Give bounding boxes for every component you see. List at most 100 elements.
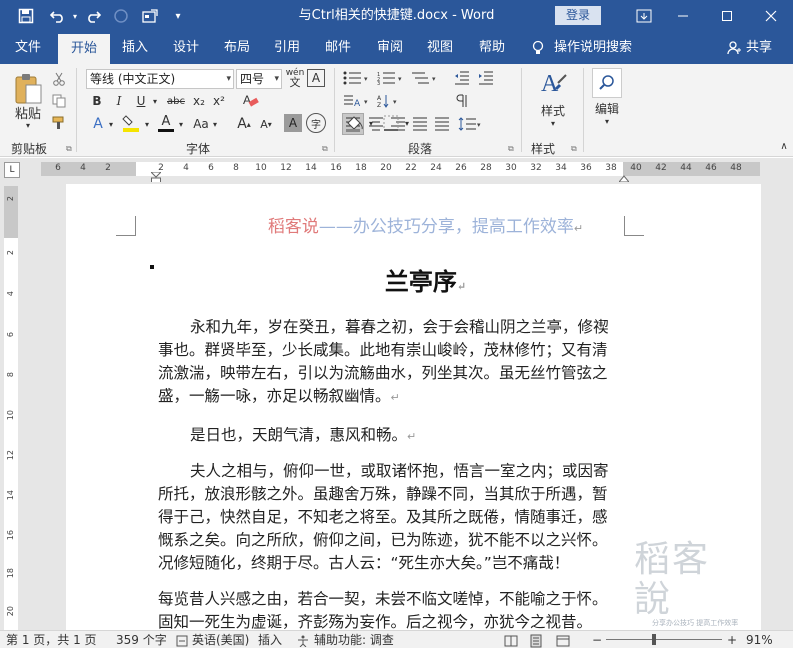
font-launcher-icon[interactable]: ⧉ — [322, 144, 328, 154]
text-effects-dropdown-icon[interactable]: ▾ — [106, 114, 116, 134]
print-layout-icon[interactable] — [530, 631, 542, 648]
shrink-font-button[interactable]: A ▾ — [256, 114, 276, 134]
word-count[interactable]: 359 个字 — [116, 631, 167, 648]
document-heading[interactable]: 兰亭序↵ — [66, 262, 785, 297]
read-mode-icon[interactable] — [504, 631, 518, 648]
text-effects-icon[interactable]: A — [88, 114, 108, 134]
tab-design[interactable]: 设计 — [162, 32, 210, 64]
bold-button[interactable]: B — [88, 92, 106, 110]
styles-dropdown-icon[interactable]: ▾ — [546, 118, 560, 128]
styles-icon[interactable]: A — [536, 68, 570, 100]
zoom-in-icon[interactable]: + — [727, 631, 737, 648]
page-header[interactable]: 稻客说——办公技巧分享，提高工作效率↵ — [66, 212, 785, 237]
chinese-layout-icon[interactable]: A ▾ — [342, 92, 372, 110]
zoom-slider[interactable] — [606, 639, 722, 640]
tab-mailings[interactable]: 邮件 — [314, 32, 362, 64]
form-icon[interactable] — [138, 0, 162, 32]
borders-icon[interactable] — [380, 113, 402, 133]
bullets-icon[interactable]: ▾ — [342, 69, 372, 87]
paste-label[interactable]: 粘贴 — [12, 104, 44, 122]
styles-launcher-icon[interactable]: ⧉ — [571, 144, 577, 154]
language[interactable]: 英语(美国) — [192, 631, 249, 648]
underline-button[interactable]: U — [132, 92, 150, 110]
undo-icon[interactable] — [46, 0, 70, 32]
sort-icon[interactable]: A Z ▾ — [376, 92, 406, 110]
styles-button[interactable]: 样式 — [536, 102, 570, 118]
font-color-icon[interactable]: A — [156, 112, 176, 134]
accessibility-status[interactable]: 辅助功能: 调查 — [314, 631, 394, 648]
editing-button[interactable]: 编辑 — [592, 100, 622, 116]
highlight-dropdown-icon[interactable]: ▾ — [142, 114, 152, 134]
enclose-char-button[interactable]: 字 — [306, 113, 326, 133]
underline-dropdown-icon[interactable]: ▾ — [150, 92, 160, 110]
tab-insert[interactable]: 插入 — [112, 32, 158, 64]
customize-icon[interactable]: ▾ — [170, 0, 186, 32]
tab-selector[interactable]: L — [4, 162, 20, 178]
format-painter-icon[interactable] — [50, 114, 68, 132]
zoom-level[interactable]: 91% — [746, 631, 773, 648]
increase-indent-icon[interactable] — [476, 69, 496, 87]
lightbulb-icon[interactable] — [528, 32, 548, 64]
distribute-icon[interactable] — [432, 114, 452, 134]
font-name-combo[interactable]: 等线 (中文正文) ▾ — [86, 69, 234, 89]
char-shading-button[interactable]: A — [284, 114, 302, 132]
search-icon[interactable] — [592, 68, 622, 98]
tab-help[interactable]: 帮助 — [468, 32, 516, 64]
phonetic-guide-icon[interactable]: wén 文 — [285, 68, 305, 89]
redo-icon[interactable] — [82, 0, 104, 32]
subscript-button[interactable]: x₂ — [190, 92, 208, 110]
paragraph-2[interactable]: 是日也，天朗气清，惠风和畅。↵ — [158, 424, 618, 448]
accessibility-icon[interactable] — [296, 631, 310, 648]
tab-review[interactable]: 审阅 — [366, 32, 414, 64]
person-icon[interactable] — [726, 32, 742, 64]
tab-layout[interactable]: 布局 — [214, 32, 260, 64]
superscript-button[interactable]: x² — [210, 92, 228, 110]
page-count[interactable]: 第 1 页，共 1 页 — [6, 631, 97, 648]
paste-dropdown-icon[interactable]: ▾ — [22, 120, 34, 130]
horizontal-ruler[interactable]: 6 4 2 2 4 6 8 10 12 14 16 18 20 22 24 26… — [41, 162, 760, 176]
paragraph-3[interactable]: 夫人之相与，俯仰一世，或取诸怀抱，悟言一室之内；或因寄所托，放浪形骸之外。虽趣舍… — [158, 460, 618, 575]
grow-font-button[interactable]: A ▴ — [234, 114, 254, 134]
justify-icon[interactable] — [410, 114, 430, 134]
zoom-out-icon[interactable]: − — [592, 631, 602, 648]
tab-view[interactable]: 视图 — [416, 32, 464, 64]
circle-icon[interactable] — [110, 0, 132, 32]
line-spacing-icon[interactable]: ▾ — [456, 114, 484, 134]
vertical-scrollbar[interactable] — [761, 182, 793, 630]
login-button[interactable]: 登录 — [555, 6, 601, 25]
tab-file[interactable]: 文件 — [4, 32, 52, 64]
ribbon-display-icon[interactable] — [624, 0, 664, 32]
font-size-combo[interactable]: 四号 ▾ — [236, 69, 282, 89]
tab-home[interactable]: 开始 — [58, 34, 110, 64]
char-border-icon[interactable]: A — [307, 69, 325, 87]
collapse-ribbon-icon[interactable]: ∧ — [778, 140, 790, 152]
web-layout-icon[interactable] — [556, 631, 570, 648]
editing-dropdown-icon[interactable]: ▾ — [601, 116, 613, 126]
italic-button[interactable]: I — [110, 92, 128, 110]
right-indent-marker-icon[interactable] — [617, 172, 631, 183]
shading-icon[interactable] — [344, 113, 366, 133]
numbering-icon[interactable]: 1 2 3 ▾ — [376, 69, 406, 87]
change-case-dropdown-icon[interactable]: ▾ — [210, 114, 220, 134]
share-button[interactable]: 共享 — [744, 32, 774, 64]
multilevel-list-icon[interactable]: ▾ — [410, 69, 440, 87]
copy-icon[interactable] — [50, 92, 68, 110]
tab-references[interactable]: 引用 — [264, 32, 310, 64]
zoom-slider-thumb[interactable] — [652, 634, 656, 645]
clear-formatting-icon[interactable]: A — [240, 90, 260, 110]
highlight-icon[interactable] — [120, 112, 142, 134]
paragraph-launcher-icon[interactable]: ⧉ — [508, 144, 514, 154]
clipboard-launcher-icon[interactable]: ⧉ — [66, 144, 72, 154]
insert-mode[interactable]: 插入 — [258, 631, 282, 648]
vertical-ruler[interactable]: 2 2 4 6 8 10 12 14 16 18 20 — [4, 186, 18, 630]
paragraph-1[interactable]: 永和九年，岁在癸丑，暮春之初，会于会稽山阴之兰亭，修禊事也。群贤毕至，少长咸集。… — [158, 316, 618, 409]
undo-dropdown-icon[interactable]: ▾ — [70, 0, 80, 32]
change-case-button[interactable]: Aa — [190, 114, 212, 134]
paragraph-4[interactable]: 每览昔人兴感之由，若合一契，未尝不临文嗟悼，不能喻之于怀。固知一死生为虚诞，齐彭… — [158, 588, 618, 630]
decrease-indent-icon[interactable] — [452, 69, 472, 87]
font-color-dropdown-icon[interactable]: ▾ — [176, 114, 186, 134]
maximize-icon[interactable] — [707, 0, 747, 32]
language-icon[interactable] — [176, 631, 188, 648]
close-icon[interactable] — [751, 0, 791, 32]
minimize-icon[interactable] — [663, 0, 703, 32]
